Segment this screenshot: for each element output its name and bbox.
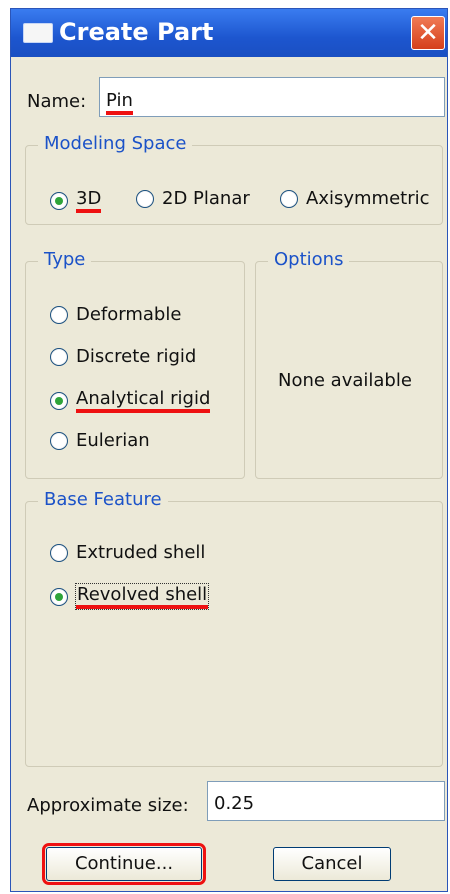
radio-axisymmetric-label: Axisymmetric [306,188,430,209]
radio-extruded-shell-indicator [50,543,68,562]
name-label: Name: [27,91,87,112]
options-empty-text: None available [278,370,412,391]
radio-axisymmetric[interactable]: Axisymmetric [280,188,430,209]
radio-discrete-rigid[interactable]: Discrete rigid [50,346,196,367]
base-feature-legend: Base Feature [38,489,168,510]
radio-analytical-rigid-indicator [50,391,68,410]
create-part-dialog: Create Part ✕ Name: Pin Modeling Space 3… [10,8,448,892]
name-input[interactable]: Pin [99,77,445,117]
radio-2d-planar[interactable]: 2D Planar [136,188,250,209]
continue-button[interactable]: Continue... [42,843,206,885]
dialog-title: Create Part [59,18,214,46]
modeling-space-legend: Modeling Space [38,133,193,154]
type-group: Type Deformable Discrete rigid Analytica… [25,249,245,479]
radio-discrete-rigid-indicator [50,347,68,366]
title-bar[interactable]: Create Part ✕ [11,9,447,57]
options-legend: Options [268,249,350,270]
window-icon [23,23,53,43]
radio-extruded-shell-label: Extruded shell [76,542,206,563]
radio-deformable-label: Deformable [76,304,182,325]
modeling-space-group: Modeling Space 3D 2D Planar Axisymmetric [25,133,443,225]
radio-revolved-shell[interactable]: Revolved shell [50,583,210,610]
radio-axisymmetric-indicator [280,189,298,208]
radio-deformable-indicator [50,305,68,324]
options-group: Options None available [255,249,443,479]
name-value: Pin [106,90,133,115]
radio-eulerian-indicator [50,431,68,450]
radio-revolved-shell-label: Revolved shell [74,583,210,610]
radio-3d-label: 3D [76,188,102,213]
radio-revolved-shell-indicator [50,587,68,606]
radio-2d-planar-indicator [136,189,154,208]
approx-size-input[interactable]: 0.25 [207,781,445,821]
approx-size-label: Approximate size: [27,795,189,816]
radio-3d[interactable]: 3D [50,188,102,213]
radio-discrete-rigid-label: Discrete rigid [76,346,197,367]
radio-analytical-rigid-label: Analytical rigid [76,388,211,413]
radio-eulerian-label: Eulerian [76,430,150,451]
radio-analytical-rigid[interactable]: Analytical rigid [50,388,211,413]
radio-3d-indicator [50,191,68,210]
cancel-button[interactable]: Cancel [273,847,391,881]
radio-extruded-shell[interactable]: Extruded shell [50,542,205,563]
radio-2d-planar-label: 2D Planar [162,188,250,209]
base-feature-group: Base Feature Extruded shell Revolved she… [25,489,443,767]
close-icon[interactable]: ✕ [411,16,445,50]
radio-eulerian[interactable]: Eulerian [50,430,150,451]
type-legend: Type [38,249,92,270]
radio-deformable[interactable]: Deformable [50,304,181,325]
